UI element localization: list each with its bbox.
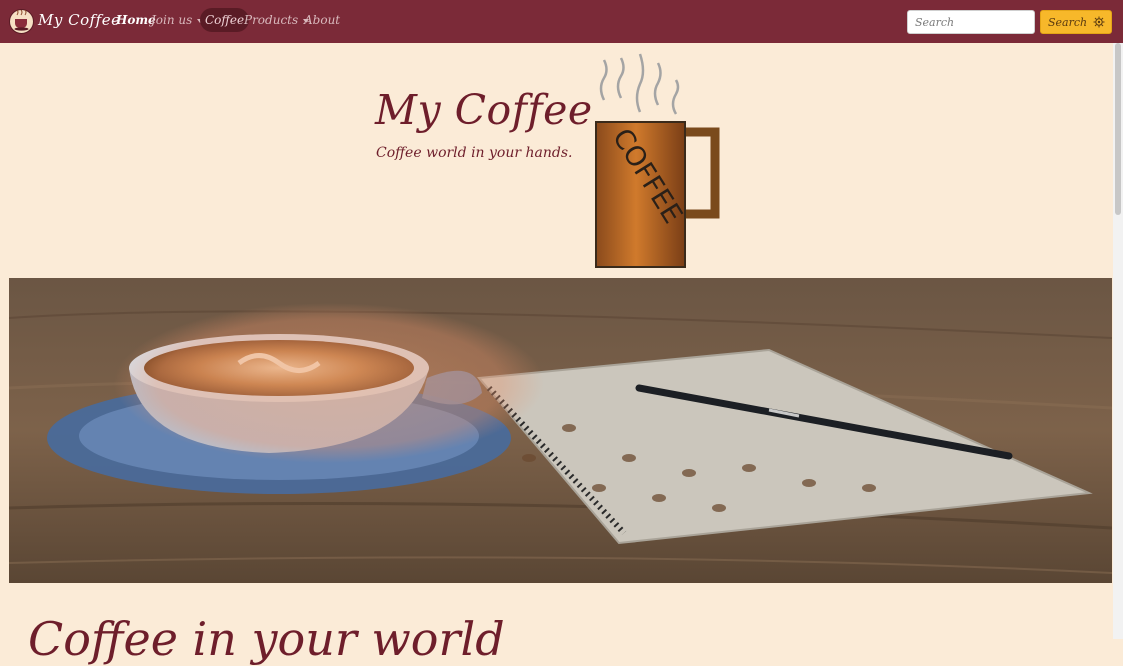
hero-title: My Coffee xyxy=(375,86,593,134)
vertical-scrollbar[interactable] xyxy=(1113,43,1123,639)
coffee-cup-logo-icon[interactable] xyxy=(9,9,34,34)
brand-name[interactable]: My Coffee xyxy=(38,11,120,29)
nav-products-label: Products xyxy=(244,13,299,27)
search-button-label: Search xyxy=(1048,15,1088,29)
nav-home[interactable]: Home xyxy=(116,13,156,27)
coffee-mug-icon: COFFEE xyxy=(595,53,720,268)
scrollbar-thumb[interactable] xyxy=(1115,43,1121,215)
hero-photo xyxy=(9,278,1112,583)
search-button[interactable]: Search xyxy=(1040,10,1112,34)
gear-icon xyxy=(1093,16,1105,28)
nav-join-us-label: Join us xyxy=(151,13,193,27)
top-navbar: My Coffee Home Join us Coffee Products A… xyxy=(0,0,1123,43)
nav-products[interactable]: Products xyxy=(244,13,310,27)
nav-join-us[interactable]: Join us xyxy=(151,13,204,27)
hero-subtitle: Coffee world in your hands. xyxy=(376,145,573,161)
nav-coffee[interactable]: Coffee xyxy=(200,8,250,32)
section-heading: Coffee in your world xyxy=(28,612,505,666)
nav-about[interactable]: About xyxy=(304,13,340,27)
search-input[interactable] xyxy=(907,10,1035,34)
